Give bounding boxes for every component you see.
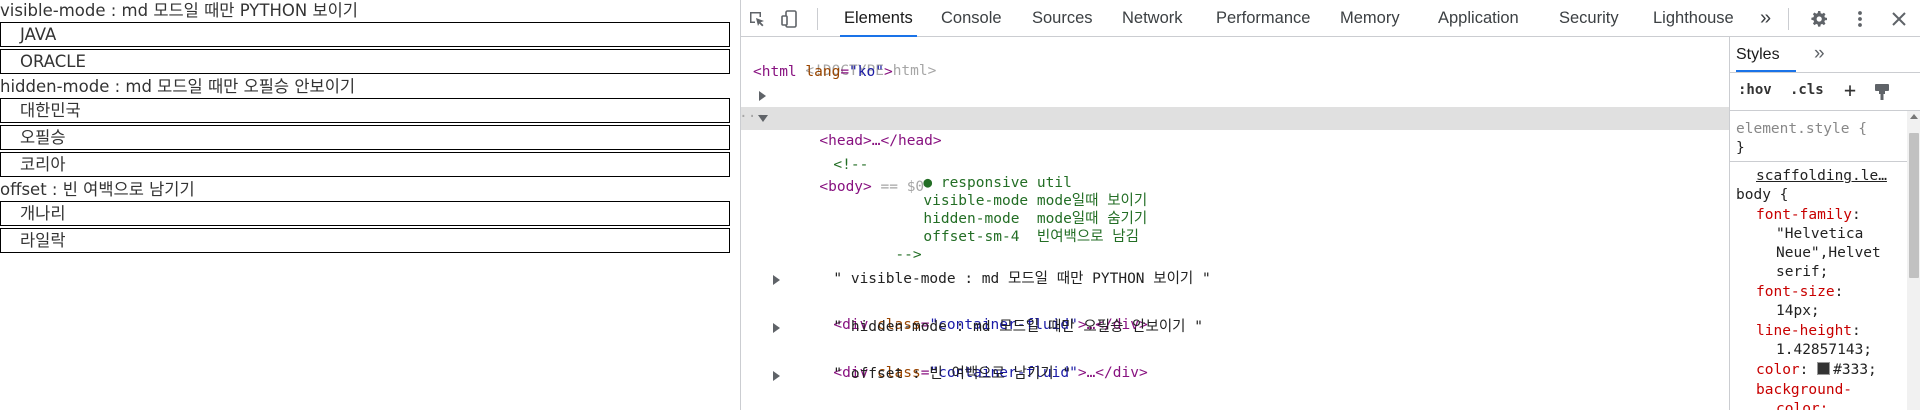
expand-triangle-icon[interactable]: [773, 371, 780, 381]
html-node[interactable]: <html lang="ko">: [741, 61, 1729, 84]
active-tab-indicator: [1736, 70, 1796, 72]
tab-memory[interactable]: Memory: [1340, 0, 1400, 36]
expand-triangle-icon[interactable]: [759, 91, 766, 101]
content-box-java: JAVA: [0, 22, 730, 47]
more-tabs-button[interactable]: »: [1760, 0, 1771, 36]
div-node[interactable]: <div class="container-fluid">…</div>: [741, 268, 1729, 333]
styles-pane: Styles » :hov .cls + element.style { } s…: [1729, 37, 1920, 410]
css-declaration[interactable]: font-size:: [1756, 282, 1843, 302]
text-node[interactable]: " visible-mode : md 모드일 때만 PYTHON 보이기 ": [741, 245, 1729, 287]
content-box-lilac: 라일락: [0, 228, 730, 253]
text-node[interactable]: " offset : 빈 여백으로 남기기 ": [741, 340, 1729, 382]
gear-icon[interactable]: [1809, 8, 1831, 30]
html-attr-value: "ko": [849, 64, 884, 80]
scroll-up-arrow-icon[interactable]: [1910, 114, 1918, 119]
new-rule-button[interactable]: +: [1844, 78, 1856, 102]
html-tag-close: >: [883, 64, 893, 80]
comment-close: -->: [895, 247, 922, 263]
devtools-toolbar: Elements Console Sources Network Perform…: [741, 0, 1920, 37]
tab-network[interactable]: Network: [1122, 0, 1183, 36]
styles-scrollbar[interactable]: [1907, 111, 1920, 410]
section-label: offset : 빈 여백으로 남기기: [0, 180, 195, 199]
inspect-element-icon[interactable]: [746, 8, 768, 30]
content-box-korea: 코리아: [0, 152, 730, 177]
head-node[interactable]: <head>…</head>: [741, 84, 1729, 149]
collapse-triangle-icon[interactable]: [758, 115, 768, 122]
css-value[interactable]: serif;: [1776, 262, 1828, 282]
css-value[interactable]: 14px;: [1776, 301, 1820, 321]
css-value[interactable]: 1.42857143;: [1776, 340, 1872, 360]
css-value[interactable]: Neue",Helvet: [1776, 243, 1881, 263]
html-tag: <html: [753, 64, 797, 80]
doctype-node[interactable]: <!DOCTYPE html>: [741, 37, 1729, 79]
html-attr-name: lang: [805, 64, 841, 80]
content-box-oracle: ORACLE: [0, 49, 730, 74]
elements-tree: <!DOCTYPE html> <html lang="ko"> <head>……: [741, 37, 1729, 410]
styles-pane-header: Styles »: [1730, 37, 1920, 73]
css-value[interactable]: "Helvetica: [1776, 224, 1863, 244]
scrollbar-thumb[interactable]: [1909, 133, 1919, 278]
element-style-selector[interactable]: element.style {: [1736, 119, 1867, 139]
body-node-selected[interactable]: ··· <body> == $0: [741, 107, 1729, 195]
class-toggle[interactable]: .cls: [1790, 82, 1824, 98]
tab-lighthouse[interactable]: Lighthouse: [1653, 0, 1734, 36]
more-panes-button[interactable]: »: [1814, 37, 1825, 73]
rule-divider: [1730, 161, 1908, 162]
css-declaration[interactable]: line-height:: [1756, 321, 1861, 341]
section-label: visible-mode : md 모드일 때만 PYTHON 보이기: [0, 1, 358, 20]
section-label: hidden-mode : md 모드일 때만 오필승 안보이기: [0, 77, 356, 96]
color-swatch-icon[interactable]: [1817, 362, 1831, 375]
device-toolbar-icon[interactable]: [779, 8, 801, 30]
stylesheet-source-link[interactable]: scaffolding.le…: [1756, 166, 1887, 186]
expand-triangle-icon[interactable]: [773, 275, 780, 285]
css-value[interactable]: color:: [1776, 399, 1828, 410]
toolbar-divider: [817, 8, 818, 30]
css-declaration[interactable]: color: #333;: [1756, 360, 1877, 380]
text-node[interactable]: " hidden-mode : md 모드일 때만 오필승 안보이기 ": [741, 293, 1729, 335]
content-box-ophilseung: 오필승: [0, 125, 730, 150]
css-declaration[interactable]: background-: [1756, 380, 1852, 400]
tab-application[interactable]: Application: [1438, 0, 1519, 36]
tab-elements[interactable]: Elements: [840, 0, 917, 37]
close-icon[interactable]: [1888, 8, 1910, 30]
content-box-daehanminguk: 대한민국: [0, 98, 730, 123]
tab-sources[interactable]: Sources: [1032, 0, 1093, 36]
paint-brush-icon[interactable]: [1872, 82, 1892, 106]
tab-styles[interactable]: Styles: [1736, 37, 1780, 73]
expand-triangle-icon[interactable]: [773, 323, 780, 333]
content-box-gaenari: 개나리: [0, 201, 730, 226]
kebab-menu-icon[interactable]: [1849, 8, 1871, 30]
toolbar-divider: [1788, 8, 1789, 30]
css-declaration[interactable]: font-family:: [1756, 205, 1861, 225]
tab-console[interactable]: Console: [941, 0, 1002, 36]
devtools-panel: Elements Console Sources Network Perform…: [740, 0, 1920, 410]
div-node[interactable]: <div class="container-fluid">…</div>: [741, 364, 1729, 387]
page-viewport: visible-mode : md 모드일 때만 PYTHON 보이기 JAVA…: [0, 0, 740, 410]
styles-toolbar: :hov .cls +: [1730, 73, 1920, 111]
tab-security[interactable]: Security: [1559, 0, 1619, 36]
div-node[interactable]: <div class="container-fluid">…</div>: [741, 316, 1729, 381]
hover-state-toggle[interactable]: :hov: [1738, 82, 1772, 98]
rule-close-brace: }: [1736, 140, 1745, 156]
tab-label: Elements: [844, 9, 913, 27]
tab-performance[interactable]: Performance: [1216, 0, 1310, 36]
rule-selector[interactable]: body {: [1736, 185, 1788, 205]
